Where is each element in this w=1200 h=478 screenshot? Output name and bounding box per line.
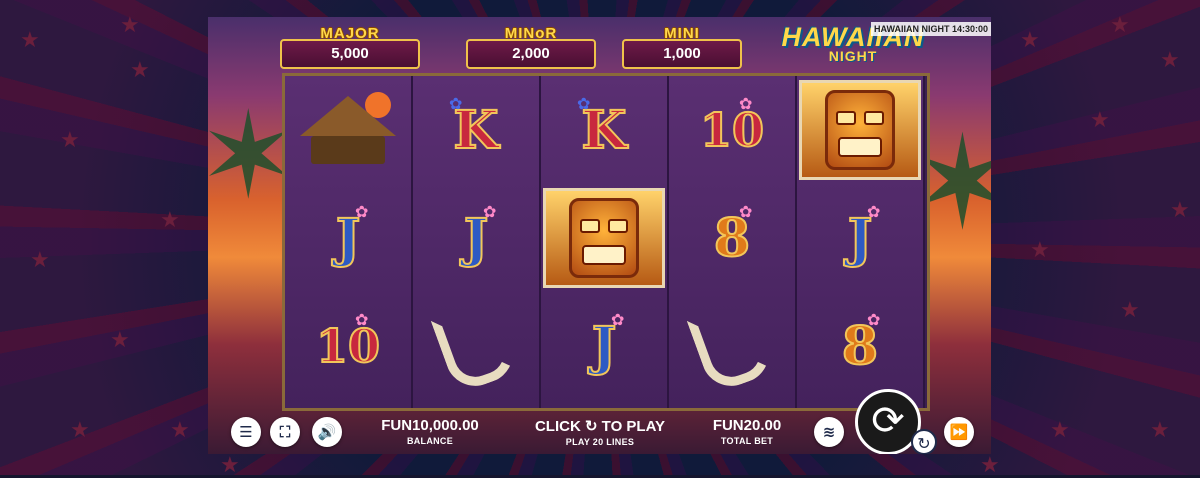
background-star: ★ [980,453,1000,478]
symbol-fish-hook [413,296,539,396]
total-bet-value: FUN20.00 [712,417,782,434]
symbol-j: J ✿ [413,188,539,288]
symbol-j: J ✿ [285,188,411,288]
hibiscus-flower-icon: ✿ [867,310,881,329]
background-star: ★ [160,208,180,233]
symbol-10: 10 ✿ [669,80,795,180]
fullscreen-icon: ⛶ [279,423,291,441]
symbol-j: J ✿ [797,188,923,288]
background-star: ★ [1150,418,1170,443]
symbol-j: J ✿ [541,296,667,396]
bet-settings-button[interactable]: ≋ [814,417,844,447]
hibiscus-flower-icon: ✿ [483,202,497,221]
fullscreen-button[interactable]: ⛶ [270,417,300,447]
spin-icon: ⟳ [871,398,905,444]
background-star: ★ [130,58,150,83]
symbol-8: 8 ✿ [797,296,923,396]
background-star: ★ [220,453,240,478]
play-lines-label: PLAY 20 LINES [565,437,635,447]
hibiscus-flower-icon: ✿ [739,94,753,113]
hibiscus-flower-icon: ✿ [611,310,625,329]
hibiscus-flower-icon: ✿ [449,94,463,113]
balance-label: BALANCE [406,436,454,446]
play-prompt: CLICK ↻ TO PLAY PLAY 20 LINES [528,417,672,447]
background-star: ★ [1160,48,1180,73]
jackpot-major-value: 5,000 [280,39,420,69]
balance-display: FUN10,000.00 BALANCE [370,417,490,446]
menu-icon: ☰ [239,423,253,441]
sound-icon: 🔊 [317,423,337,441]
background-star: ★ [120,13,140,38]
jackpot-mini: MINI 1,000 [622,25,742,69]
sound-button[interactable]: 🔊 [312,417,342,447]
fish-hook-icon [430,297,522,395]
background-star: ★ [1020,28,1040,53]
symbol-hut [285,80,411,180]
total-bet-label: TOTAL BET [720,436,774,446]
jackpot-mini-value: 1,000 [622,39,742,69]
tiki-mask-icon [569,198,639,278]
symbol-8: 8 ✿ [669,188,795,288]
background-star: ★ [70,418,90,443]
background-star: ★ [1050,418,1070,443]
balance-value: FUN10,000.00 [381,417,479,434]
coins-icon: ≋ [822,423,836,441]
background-star: ★ [1090,108,1110,133]
game-clock: HAWAIIAN NIGHT 14:30:00 [870,22,991,36]
background-star: ★ [170,418,190,443]
symbol-k: K ✿ [541,80,667,180]
background-star: ★ [1120,298,1140,323]
game-window: ✶ ✶ MAJOR 5,000 MINoR 2,000 MINI 1,000 H… [208,17,991,454]
autospin-icon: ↻ [917,434,931,453]
background-star: ★ [1170,198,1190,223]
hibiscus-flower-icon: ✿ [577,94,591,113]
jackpot-minor-value: 2,000 [466,39,596,69]
autospin-button[interactable]: ↻ [911,429,937,454]
hibiscus-flower-icon: ✿ [355,202,369,221]
hut-roof [300,96,396,136]
jackpot-major: MAJOR 5,000 [280,25,420,69]
total-bet-display: FUN20.00 TOTAL BET [702,417,792,446]
hibiscus-flower-icon: ✿ [355,310,369,329]
reel-grid: J ✿ 10 ✿ K ✿ J ✿ K ✿ J ✿ 10 ✿ 8 ✿ J ✿ 8 ✿ [282,73,930,411]
tiki-mask-icon [825,90,895,170]
fish-hook-icon [686,297,778,395]
hibiscus-flower-icon: ✿ [739,202,753,221]
menu-button[interactable]: ☰ [231,417,261,447]
fast-forward-icon: ⏩ [949,423,969,441]
hut-base [311,136,385,164]
symbol-tiki-wild [799,80,921,180]
symbol-tiki-wild [543,188,665,288]
symbol-fish-hook [669,296,795,396]
background-star: ★ [60,128,80,153]
symbol-letter: 10 [699,102,765,158]
hibiscus-flower-icon: ✿ [867,202,881,221]
background-star: ★ [20,28,40,53]
background-star: ★ [30,248,50,273]
background-star: ★ [1110,13,1130,38]
background-star: ★ [1030,238,1050,263]
click-to-play-text: CLICK ↻ TO PLAY [534,418,666,435]
symbol-k: K ✿ [413,80,539,180]
jackpot-minor: MINoR 2,000 [466,25,596,69]
turbo-button[interactable]: ⏩ [944,417,974,447]
background-star: ★ [110,328,130,353]
symbol-letter: 10 [315,318,381,374]
symbol-10: 10 ✿ [285,296,411,396]
